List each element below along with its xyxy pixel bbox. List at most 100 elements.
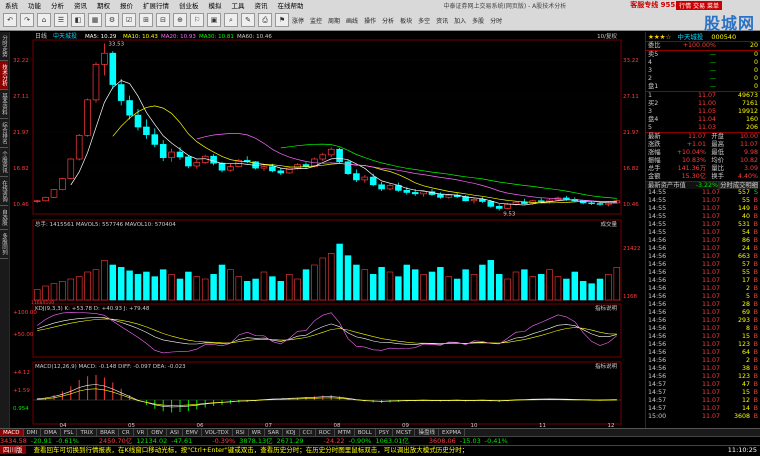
left-tab[interactable]: 个股资讯 <box>0 148 8 177</box>
toolbar-text-button[interactable]: 涨停 <box>292 16 304 25</box>
volume-bar <box>101 260 108 301</box>
menu-item[interactable]: 扩展行情 <box>138 0 174 10</box>
toolbar-button[interactable]: ⊕ <box>173 13 187 27</box>
toolbar-button[interactable]: ▦ <box>88 13 102 27</box>
tick-volume: 8 <box>745 325 750 332</box>
toolbar-button[interactable]: ↶ <box>3 13 17 27</box>
indicator-tab[interactable]: OBV <box>148 429 167 436</box>
menu-item[interactable]: 分析 <box>46 0 69 10</box>
left-tab[interactable]: 分时走势 <box>0 32 8 61</box>
toolbar-button[interactable]: ⚐ <box>190 13 204 27</box>
left-tab[interactable]: 自选股 <box>0 206 8 230</box>
volume-bar <box>403 264 411 301</box>
tick-list[interactable]: 14:55 11.07 557 S 14:55 11.07 55 B 14:55 11.07 149… <box>646 189 760 421</box>
toolbar-button[interactable]: ⚑ <box>275 13 289 27</box>
toolbar-text-button[interactable]: 画线 <box>346 16 358 25</box>
book-volume: 49673 <box>737 92 758 99</box>
indicator-tab[interactable]: FSL <box>61 429 78 436</box>
trade-button[interactable]: 行情 交易 菜单 <box>676 1 722 10</box>
candle-body <box>504 203 511 209</box>
left-tab[interactable]: 多股同列 <box>0 230 8 259</box>
tick-flag: B <box>753 389 758 396</box>
indicator-tab[interactable]: TRIX <box>77 429 98 436</box>
toolbar-text-button[interactable]: 多股 <box>472 16 484 25</box>
toolbar-button[interactable]: ↷ <box>20 13 34 27</box>
indicator-tab[interactable]: MCST <box>393 429 416 436</box>
indicator-tab[interactable]: DMI <box>24 429 42 436</box>
menu-item[interactable]: 系统 <box>0 0 23 10</box>
indicator-tab[interactable]: WR <box>249 429 265 436</box>
candle-body <box>75 135 83 160</box>
toolbar-button[interactable]: ◧ <box>71 13 85 27</box>
indicator-tab[interactable]: KDJ <box>283 429 300 436</box>
toolbar-text-button[interactable]: 多空 <box>418 16 430 25</box>
menu-item[interactable]: 报价 <box>115 0 138 10</box>
indicator-tab[interactable]: ROC <box>316 429 335 436</box>
menu-item[interactable]: 在线帮助 <box>273 0 309 10</box>
toolbar-button[interactable]: ⌂ <box>37 13 51 27</box>
menu-item[interactable]: 期权 <box>92 0 115 10</box>
menu-item[interactable]: 创业板 <box>174 0 204 10</box>
tick-time: 14:55 <box>648 189 667 196</box>
toolbar-text-button[interactable]: 分析 <box>382 16 394 25</box>
toolbar-button[interactable]: ✎ <box>241 13 255 27</box>
tick-price: 11.07 <box>701 189 720 196</box>
indicator-tab[interactable]: MACD <box>0 429 24 436</box>
ma10-line <box>112 105 617 204</box>
toolbar-text-button[interactable]: 监控 <box>310 16 322 25</box>
indicator-tab[interactable]: ASI <box>167 429 183 436</box>
indicator-tab[interactable]: DMA <box>41 429 61 436</box>
menu-item[interactable]: 资讯 <box>250 0 273 10</box>
index-value: 3878.13亿 <box>239 437 273 445</box>
toolbar-text-button[interactable]: 资讯 <box>436 16 448 25</box>
menu-item[interactable]: 工具 <box>227 0 250 10</box>
toolbar-button[interactable]: ⚙ <box>105 13 119 27</box>
indicator-tab[interactable]: PSY <box>376 429 394 436</box>
indicator-tab[interactable]: CCI <box>300 429 316 436</box>
toolbar-button[interactable]: ☰ <box>54 13 68 27</box>
tick-volume: 531 <box>737 221 750 228</box>
volume-bar <box>420 274 427 301</box>
book-price: 11.00 <box>697 100 716 107</box>
tick-time: 14:56 <box>648 269 667 276</box>
tick-price: 11.07 <box>701 381 720 388</box>
indicator-tab[interactable]: 操盘线 <box>415 429 439 436</box>
toolbar-button[interactable]: ⊞ <box>139 13 153 27</box>
toolbar-text-button[interactable]: 分时 <box>490 16 502 25</box>
kline-chart[interactable]: 日线 中天城投 MA5: 10.29 MA10: 10.43 MA20: 10.93 MA… <box>11 32 643 428</box>
toolbar-text-button[interactable]: 加入 <box>454 16 466 25</box>
indicator-tab[interactable]: SAR <box>265 429 284 436</box>
volume-bar <box>605 274 612 301</box>
indicator-tab[interactable]: BOLL <box>355 429 376 436</box>
indicator-tab[interactable]: EMV <box>183 429 202 436</box>
sell-book: 卖5 — 0 4 — 0 3 — 0 2 — 0 盘1 — 0 <box>646 50 760 91</box>
indicator-tab[interactable]: EXPMA <box>439 429 466 436</box>
toolbar-text-button[interactable]: 周期 <box>328 16 340 25</box>
left-tab[interactable]: 在线咨询 <box>0 177 8 206</box>
toolbar-button[interactable]: ⊟ <box>156 13 170 27</box>
menu-item[interactable]: 模拟 <box>204 0 227 10</box>
toolbar-text-button[interactable]: 板块 <box>400 16 412 25</box>
toolbar-button[interactable]: ▣ <box>207 13 221 27</box>
toolbar-text-button[interactable]: 操作 <box>364 16 376 25</box>
book-price: 11.03 <box>697 124 716 131</box>
tick-price: 11.07 <box>701 245 720 252</box>
indicator-tab[interactable]: BRAR <box>97 429 120 436</box>
indicator-tab[interactable]: CR <box>119 429 134 436</box>
tick-volume: 123 <box>737 373 750 380</box>
left-tab[interactable]: 基本资料 <box>0 90 8 119</box>
indicator-tab[interactable]: VOL-TDX <box>202 429 233 436</box>
toolbar-button[interactable]: ⎙ <box>258 13 272 27</box>
indicator-tab[interactable]: MTM <box>335 429 355 436</box>
tick-detail-button[interactable]: 分时成交明细 <box>718 182 758 189</box>
left-tab[interactable]: 技术分析 <box>0 61 8 90</box>
left-tab[interactable]: 综合排名 <box>0 119 8 148</box>
indicator-tab[interactable]: RSI <box>233 429 249 436</box>
tick-time: 14:57 <box>648 405 667 412</box>
volume-bar <box>512 271 520 301</box>
toolbar-button[interactable]: ⌕ <box>224 13 238 27</box>
toolbar-button[interactable]: ☑ <box>122 13 136 27</box>
indicator-tab[interactable]: VR <box>134 429 149 436</box>
menu-item[interactable]: 功能 <box>23 0 46 10</box>
menu-item[interactable]: 资讯 <box>69 0 92 10</box>
